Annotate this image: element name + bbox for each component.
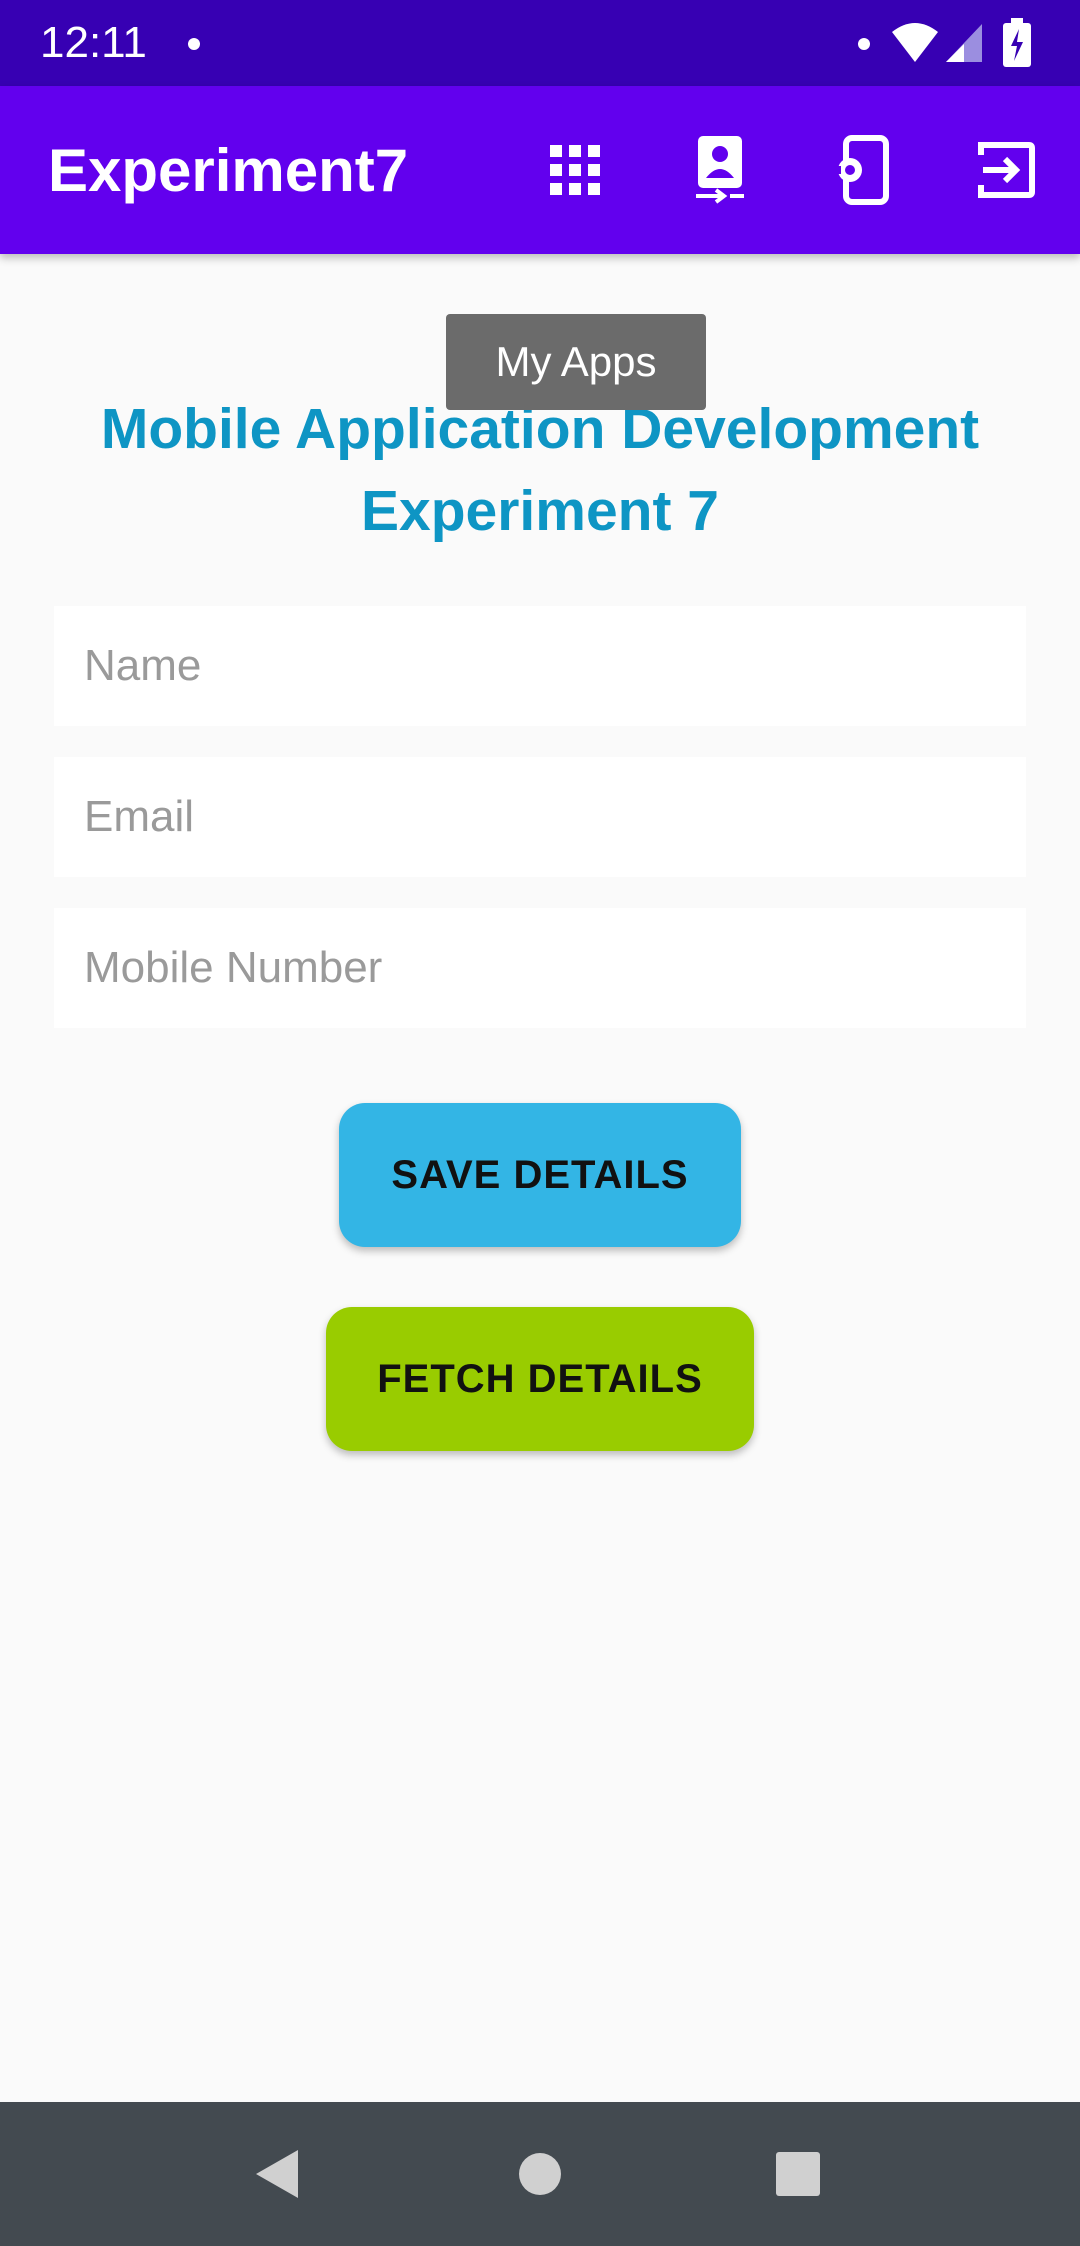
- wifi-icon: [890, 20, 940, 69]
- contact-transfer-button[interactable]: [680, 130, 760, 210]
- mobile-number-input[interactable]: [54, 908, 1026, 1028]
- fetch-details-button[interactable]: FETCH DETAILS: [326, 1307, 754, 1451]
- page-heading: Mobile Application Development Experimen…: [40, 388, 1040, 552]
- app-bar: Experiment7: [0, 86, 1080, 254]
- battery-charging-icon: [1002, 18, 1032, 73]
- notification-dot-icon: [188, 38, 200, 50]
- contact-transfer-icon: [696, 136, 744, 204]
- my-apps-tooltip: My Apps: [446, 314, 706, 410]
- my-apps-button[interactable]: [535, 130, 615, 210]
- recents-icon: [776, 2152, 820, 2196]
- status-dot-icon: [858, 38, 870, 50]
- save-details-button[interactable]: SAVE DETAILS: [339, 1103, 741, 1247]
- home-icon: [519, 2153, 561, 2195]
- email-input[interactable]: [54, 757, 1026, 877]
- signal-icon: [944, 20, 984, 69]
- navigation-bar: [0, 2102, 1080, 2246]
- name-input[interactable]: [54, 606, 1026, 726]
- exit-button[interactable]: [966, 130, 1046, 210]
- heading-line-2: Experiment 7: [361, 479, 719, 543]
- recents-button[interactable]: [758, 2134, 838, 2214]
- back-button[interactable]: [237, 2134, 317, 2214]
- home-button[interactable]: [500, 2134, 580, 2214]
- back-icon: [256, 2150, 298, 2198]
- status-time: 12:11: [40, 18, 147, 67]
- exit-icon: [978, 142, 1035, 198]
- status-bar: 12:11: [0, 0, 1080, 86]
- my-apps-icon: [550, 145, 600, 195]
- device-settings-button[interactable]: [822, 130, 902, 210]
- device-settings-icon: [835, 135, 889, 205]
- app-title: Experiment7: [48, 137, 409, 204]
